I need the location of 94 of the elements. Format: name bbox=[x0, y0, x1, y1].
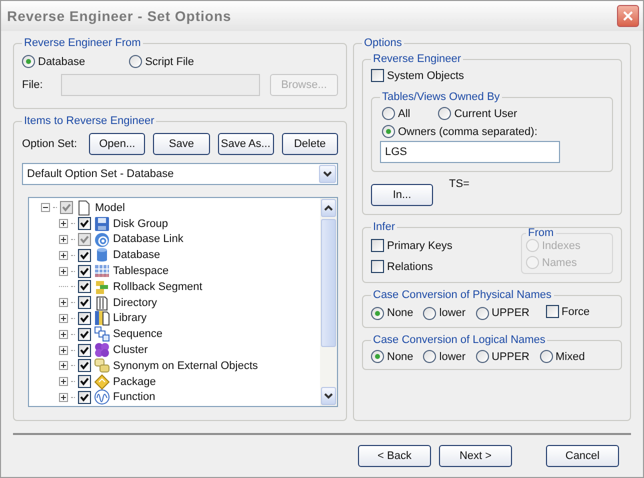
close-button[interactable] bbox=[617, 5, 639, 27]
group-title: Case Conversion of Logical Names bbox=[372, 334, 546, 346]
option-set-label: Option Set: bbox=[22, 138, 78, 150]
checkbox[interactable] bbox=[78, 217, 91, 230]
tree-item[interactable]: Function bbox=[113, 391, 156, 404]
group-title: Options bbox=[363, 37, 403, 49]
page-icon bbox=[76, 200, 92, 216]
checkbox[interactable] bbox=[78, 232, 91, 246]
globe-icon bbox=[94, 232, 110, 248]
group-title: Reverse Engineer From bbox=[23, 37, 142, 49]
group-title: Reverse Engineer bbox=[372, 53, 462, 65]
grid-icon bbox=[94, 263, 110, 280]
checkbox[interactable] bbox=[78, 344, 91, 357]
scrollbar[interactable] bbox=[320, 198, 337, 406]
group-title: Items to Reverse Engineer bbox=[23, 115, 156, 127]
collapse-icon[interactable] bbox=[41, 203, 50, 212]
tree-item[interactable]: Library bbox=[113, 312, 147, 324]
checkbox[interactable] bbox=[78, 390, 91, 404]
radio-button[interactable]: Current User bbox=[438, 107, 518, 120]
radio-button[interactable]: UPPER bbox=[476, 350, 530, 363]
radio-button[interactable]: Database bbox=[22, 55, 86, 68]
radio-button[interactable]: None bbox=[371, 350, 414, 363]
checkbox[interactable] bbox=[78, 296, 91, 310]
checkbox[interactable]: System Objects bbox=[371, 69, 464, 82]
group-title: Infer bbox=[372, 221, 396, 233]
ts-label: TS= bbox=[449, 178, 470, 190]
speech-bubbles-icon bbox=[94, 358, 110, 374]
checkbox[interactable] bbox=[78, 359, 91, 372]
expand-icon[interactable] bbox=[59, 346, 68, 355]
tree-item[interactable]: Sequence bbox=[113, 328, 163, 340]
radio-button[interactable]: UPPER bbox=[476, 306, 530, 320]
tree-item[interactable]: Synonym on External Objects bbox=[113, 360, 258, 372]
checkbox[interactable] bbox=[78, 280, 91, 294]
database-icon bbox=[94, 247, 110, 264]
tree-item[interactable]: Model bbox=[95, 202, 125, 214]
checkbox[interactable] bbox=[78, 328, 91, 341]
expand-icon[interactable] bbox=[59, 298, 68, 308]
checkbox[interactable] bbox=[60, 201, 73, 214]
chevron-down-icon bbox=[323, 171, 332, 177]
chevron-up-icon bbox=[324, 205, 333, 211]
radio-button[interactable]: All bbox=[382, 107, 410, 120]
tree-item[interactable]: Directory bbox=[113, 296, 158, 309]
tree-item[interactable]: Database Link bbox=[113, 233, 184, 246]
radio-button[interactable]: lower bbox=[423, 306, 466, 320]
blocks-icon bbox=[94, 278, 110, 295]
window-title: Reverse Engineer - Set Options bbox=[7, 8, 232, 24]
radio-button[interactable]: None bbox=[371, 306, 414, 320]
tree-item[interactable]: Disk Group bbox=[113, 218, 168, 230]
checkbox[interactable]: Force bbox=[546, 305, 590, 318]
radio-button[interactable]: Script File bbox=[129, 55, 194, 68]
checkbox[interactable]: Relations bbox=[371, 260, 452, 273]
owners-field[interactable]: LGS bbox=[380, 141, 560, 163]
expand-icon[interactable] bbox=[59, 330, 68, 339]
tree-item[interactable]: Cluster bbox=[113, 344, 148, 356]
expand-icon[interactable] bbox=[59, 392, 68, 402]
books-icon bbox=[94, 310, 110, 326]
group-title: Tables/Views Owned By bbox=[381, 91, 501, 103]
back-button[interactable]: < Back bbox=[358, 445, 431, 467]
option-set-button[interactable]: Save As... bbox=[218, 133, 274, 155]
expand-icon[interactable] bbox=[59, 234, 68, 244]
tree-item[interactable]: Rollback Segment bbox=[113, 280, 202, 293]
in-button[interactable]: In... bbox=[371, 184, 433, 206]
radio-button[interactable]: Owners (comma separated): bbox=[382, 125, 538, 138]
cluster-icon bbox=[94, 342, 110, 358]
option-set-button[interactable]: Save bbox=[153, 133, 210, 155]
checkbox[interactable]: Primary Keys bbox=[371, 239, 452, 252]
expand-icon[interactable] bbox=[59, 314, 68, 323]
group-title: Case Conversion of Physical Names bbox=[372, 289, 553, 301]
cancel-button[interactable]: Cancel bbox=[546, 445, 619, 467]
expand-icon[interactable] bbox=[59, 219, 68, 228]
checkbox[interactable] bbox=[78, 248, 91, 262]
expand-icon[interactable] bbox=[59, 377, 68, 386]
tree-item[interactable]: Database bbox=[113, 249, 160, 262]
tree-item[interactable]: Tablespace bbox=[113, 265, 169, 278]
squares-icon bbox=[94, 326, 110, 342]
book-icon bbox=[94, 294, 110, 311]
field-label: File: bbox=[22, 79, 43, 91]
next-button[interactable]: Next > bbox=[439, 445, 512, 467]
diamond-icon bbox=[94, 374, 110, 390]
close-icon bbox=[622, 10, 634, 22]
radio-button[interactable]: Mixed bbox=[540, 350, 585, 363]
option-set-dropdown[interactable]: Default Option Set - Database bbox=[22, 163, 338, 185]
option-set-button[interactable]: Open... bbox=[89, 133, 146, 155]
expand-icon[interactable] bbox=[59, 266, 68, 276]
option-set-button[interactable]: Delete bbox=[282, 133, 338, 155]
checkbox[interactable] bbox=[78, 264, 91, 278]
group-title: From bbox=[527, 227, 555, 239]
checkbox[interactable] bbox=[78, 375, 91, 388]
tree-item[interactable]: Package bbox=[113, 376, 156, 388]
expand-icon[interactable] bbox=[59, 250, 68, 260]
expand-icon[interactable] bbox=[59, 361, 68, 370]
chevron-down-icon bbox=[324, 393, 333, 399]
checkbox[interactable] bbox=[78, 312, 91, 325]
radio-button[interactable]: lower bbox=[423, 350, 466, 363]
